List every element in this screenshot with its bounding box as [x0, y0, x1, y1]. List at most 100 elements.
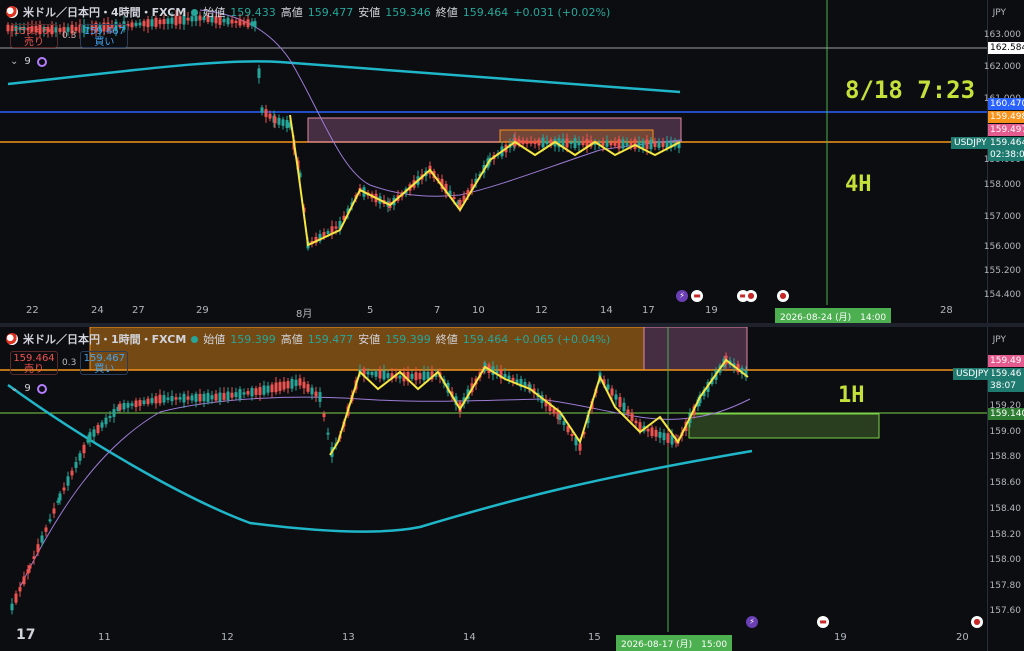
candle [138, 400, 142, 406]
candle [541, 137, 545, 148]
candle [222, 392, 226, 400]
price-axis-4h[interactable]: JPY 163.000 162.000 161.000 159.000 158.… [984, 0, 1024, 323]
jp-flag-event-icon-1h[interactable]: ● [971, 616, 983, 628]
sell-button-1h[interactable]: 159.464 売り [10, 351, 58, 375]
candle [426, 371, 430, 380]
candle [370, 371, 374, 376]
candle [56, 500, 60, 503]
time-axis-4h[interactable]: 22 24 27 29 8月 5 7 10 12 14 17 19 28 202… [0, 305, 988, 323]
candle [250, 388, 254, 397]
candle [158, 19, 162, 25]
trade-buttons-4h: 159.464 売り 0.3 159.467 買い [10, 24, 129, 48]
us-flag-icon[interactable]: ▬ [691, 290, 703, 302]
level-tag-4: 159.497 [988, 124, 1024, 136]
candle [318, 392, 322, 402]
candle [641, 140, 645, 149]
candle [366, 371, 370, 375]
candle [214, 393, 218, 401]
candle [230, 392, 234, 398]
candle [66, 476, 70, 486]
level-tag-3: 159.498 [988, 111, 1024, 123]
indicators-toggle-1h[interactable]: ⌄ 9 [10, 383, 47, 394]
candle [206, 392, 210, 402]
candle [62, 487, 66, 491]
us-flag-icon-1h[interactable]: ▬ [817, 616, 829, 628]
low-value: 159.346 [385, 5, 431, 19]
chart-pane-4h[interactable]: 米ドル／日本円・4時間・FXCM 始値 159.433 高値 159.477 安値 1… [0, 0, 1024, 325]
candle [578, 443, 582, 451]
jp-flag-event-icon[interactable]: ● [745, 290, 757, 302]
currency-label-1h: JPY [992, 335, 1006, 345]
chevron-down-icon-1h[interactable]: ⌄ [10, 383, 18, 394]
sell-button[interactable]: 159.464 売り [10, 24, 58, 48]
market-open-icon-1h [191, 335, 199, 343]
candle [234, 392, 238, 398]
jp-flag-event-icon-2[interactable]: ● [777, 290, 789, 302]
market-open-icon [191, 8, 199, 16]
chart-canvas-4h[interactable] [0, 0, 1024, 323]
candle [382, 370, 386, 380]
candle [625, 142, 629, 146]
lightning-event-icon[interactable]: ⚡ [676, 290, 688, 302]
candles-1h [10, 352, 748, 615]
indicator-count-1h: 9 [24, 383, 31, 394]
candle [286, 381, 290, 389]
header-4h: 米ドル／日本円・4時間・FXCM 始値 159.433 高値 159.477 安値 1… [6, 4, 610, 20]
candle [281, 119, 285, 126]
candle [273, 116, 277, 124]
candle [134, 400, 138, 408]
ma-short [199, 9, 683, 197]
candle [601, 141, 605, 146]
candle [418, 372, 422, 380]
candle [653, 142, 657, 147]
level-tag-1: 162.584 [988, 42, 1024, 54]
price-axis-1h[interactable]: JPY 159.20 159.00 158.80 158.60 158.40 1… [987, 327, 1024, 651]
candle [618, 397, 622, 407]
candle [270, 384, 274, 393]
candle [210, 395, 214, 400]
candle [130, 22, 134, 28]
candle [573, 138, 577, 149]
candle [622, 402, 626, 412]
countdown-tag: 02:38:05 [988, 149, 1024, 161]
annotation-timeframe: 4H [845, 172, 872, 197]
candle [374, 371, 378, 377]
candle [537, 139, 541, 146]
buy-button[interactable]: 159.467 買い [80, 24, 129, 48]
open-label: 始値 [203, 6, 226, 19]
open-value: 159.433 [230, 5, 276, 19]
candle [40, 535, 44, 543]
candle [569, 141, 573, 145]
candle [521, 140, 525, 145]
candle [298, 378, 302, 386]
indicators-toggle-4h[interactable]: ⌄ 9 [10, 56, 47, 67]
candle [646, 428, 650, 432]
price-tag: 159.464 [988, 137, 1024, 149]
indicator-ring-icon[interactable] [36, 56, 47, 67]
chart-canvas-1h[interactable] [0, 327, 1024, 651]
candle [577, 141, 581, 146]
candle [278, 382, 282, 391]
candle [138, 22, 142, 26]
symbol-tag-1h: USDJPY [953, 368, 992, 380]
spread-value: 0.3 [62, 31, 77, 41]
level-tag-2: 160.470 [988, 98, 1024, 110]
indicator-ring-icon-1h[interactable] [36, 383, 47, 394]
time-axis-1h[interactable]: 11 12 13 14 15 19 20 2026-08-17 (月) 15:0… [0, 632, 988, 651]
chevron-down-icon[interactable]: ⌄ [10, 56, 18, 67]
candle [605, 140, 609, 147]
candle [661, 142, 665, 147]
candle [190, 395, 194, 401]
candle [82, 444, 86, 454]
candle [264, 109, 268, 117]
chart-pane-1h[interactable]: 米ドル／日本円・1時間・FXCM 始値 159.399 高値 159.477 安値 1… [0, 327, 1024, 651]
candle [134, 22, 138, 26]
candle [511, 377, 515, 382]
currency-label: JPY [992, 8, 1006, 18]
symbol-title[interactable]: 米ドル／日本円・4時間・FXCM [23, 4, 186, 20]
candle [306, 384, 310, 392]
symbol-title-1h[interactable]: 米ドル／日本円・1時間・FXCM [23, 331, 186, 347]
buy-button-1h[interactable]: 159.467 買い [80, 351, 129, 375]
lightning-event-icon-1h[interactable]: ⚡ [746, 616, 758, 628]
candle [507, 375, 511, 380]
